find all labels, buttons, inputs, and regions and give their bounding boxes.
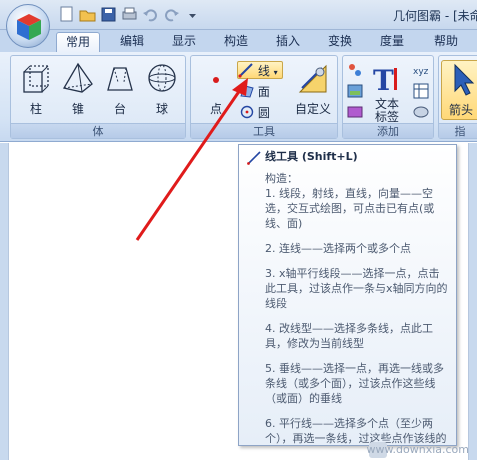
tab-help[interactable]: 帮助	[424, 32, 468, 52]
tab-construct[interactable]: 构造	[214, 32, 258, 52]
window-title: 几何图霸 - [未命	[393, 9, 477, 23]
frustum-label: 台	[113, 102, 126, 116]
pointer-group-label: 指	[439, 123, 477, 138]
line-tool-tooltip: 线工具 (Shift+L) 构造： 1. 线段，射线，直线，向量——空选，交互式…	[238, 144, 457, 446]
arrow-pointer-icon	[454, 63, 475, 96]
tab-common[interactable]: 常用	[56, 32, 100, 52]
add-group: T 文本 标签 xyz 添加	[342, 55, 434, 139]
pointer-group: 箭头 指	[438, 55, 477, 139]
tooltip-title: 线工具 (Shift+L)	[265, 150, 358, 163]
print-icon[interactable]	[121, 6, 138, 23]
new-file-icon[interactable]	[58, 6, 75, 23]
text-icon: T	[373, 64, 397, 96]
left-frame	[0, 143, 8, 460]
tooltip-item: 4. 改线型——选择多条线，点此工具，修改为当前线型	[265, 322, 433, 350]
tooltip-item: 6. 平行线——选择多个点（至少两个），再选一条线，过这些点作该线的平行线	[265, 417, 447, 445]
app-logo-icon	[17, 14, 41, 40]
custom-tool-button[interactable]: 自定义	[293, 60, 333, 120]
svg-text:T: T	[373, 64, 394, 96]
body-group-label: 体	[11, 123, 185, 138]
redo-icon[interactable]	[163, 6, 180, 23]
add-group-label: 添加	[343, 123, 433, 138]
customize-dropdown-icon[interactable]	[184, 6, 201, 23]
point-tool-button[interactable]: 点	[197, 60, 235, 120]
tab-insert[interactable]: 插入	[266, 32, 310, 52]
save-icon[interactable]	[100, 6, 117, 23]
face-label: 面	[257, 85, 270, 99]
sphere-label: 球	[155, 102, 168, 116]
tooltip-item: 2. 连线——选择两个或多个点	[265, 242, 411, 255]
circle-tool-button[interactable]: 圆	[240, 104, 270, 122]
face-icon	[240, 85, 254, 98]
frustum-icon	[107, 67, 133, 91]
text-button[interactable]: T 文本 标签	[367, 60, 407, 124]
prism-icon	[23, 65, 49, 93]
tooltip-body: 构造： 1. 线段，射线，直线，向量——空选，交互式绘图，可点击已有点(或线、面…	[247, 171, 448, 445]
line-tool-button[interactable]: 线 ▾	[237, 61, 283, 79]
line-dropdown-icon[interactable]: ▾	[274, 68, 278, 77]
ribbon: 柱 锥 台 球 体 点 线 ▾ 面 圆 自定义 工具 T 文本 标签 xyz 添…	[0, 52, 477, 142]
frustum-button[interactable]: 台	[101, 60, 139, 120]
prism-button[interactable]: 柱	[17, 60, 55, 120]
pyramid-label: 锥	[71, 102, 84, 116]
transform-tool-icon[interactable]	[347, 62, 363, 81]
sphere-icon	[148, 64, 176, 92]
body-group: 柱 锥 台 球 体	[10, 55, 186, 139]
tab-transform[interactable]: 变换	[318, 32, 362, 52]
tool-group: 点 线 ▾ 面 圆 自定义 工具	[190, 55, 338, 139]
circle-label: 圆	[257, 106, 270, 120]
pyramid-button[interactable]: 锥	[59, 60, 97, 120]
tab-display[interactable]: 显示	[162, 32, 206, 52]
function-tool-icon[interactable]: xyz	[413, 62, 431, 81]
table-tool-icon[interactable]	[413, 83, 429, 102]
tooltip-item: 5. 垂线——选择一点，再选一线或多条线（或多个面），过该点作这些线（或面）的垂…	[265, 362, 444, 405]
tab-measure[interactable]: 度量	[370, 32, 414, 52]
arrow-tool-label: 箭头	[448, 103, 473, 117]
line-icon	[238, 63, 253, 78]
circle-icon	[240, 105, 254, 119]
button-tool-icon[interactable]	[413, 104, 429, 123]
open-folder-icon[interactable]	[79, 6, 96, 23]
custom-tool-label: 自定义	[294, 102, 331, 116]
arrow-tool-button[interactable]: 箭头	[441, 60, 477, 120]
ribbon-tab-bar: 常用 编辑 显示 构造 插入 变换 度量 帮助	[0, 30, 477, 52]
sphere-button[interactable]: 球	[143, 60, 181, 120]
watermark-text: www.downxia.com	[366, 443, 469, 456]
custom-tool-icon	[298, 64, 327, 93]
prism-label: 柱	[29, 102, 42, 116]
tab-edit[interactable]: 编辑	[110, 32, 154, 52]
right-frame	[469, 143, 477, 460]
point-label: 点	[209, 102, 222, 116]
quick-access-toolbar	[58, 6, 201, 23]
image-tool-icon[interactable]	[347, 83, 363, 102]
tooltip-item: 1. 线段，射线，直线，向量——空选，交互式绘图，可点击已有点(或线、面)	[265, 187, 435, 230]
undo-icon[interactable]	[142, 6, 159, 23]
application-menu-button[interactable]	[6, 4, 50, 48]
svg-text:xyz: xyz	[413, 67, 429, 77]
media-tool-icon[interactable]	[347, 104, 363, 123]
tooltip-item: 3. x轴平行线段——选择一点，点击此工具，过该点作一条与x轴同方向的线段	[265, 267, 448, 310]
face-tool-button[interactable]: 面	[240, 83, 270, 101]
pyramid-icon	[62, 62, 93, 93]
tooltip-intro: 构造：	[265, 172, 298, 185]
line-label: 线	[257, 64, 270, 78]
point-icon	[213, 77, 219, 83]
tool-group-label: 工具	[191, 123, 337, 138]
title-bar: 几何图霸 - [未命	[0, 0, 477, 30]
line-icon	[247, 151, 261, 165]
